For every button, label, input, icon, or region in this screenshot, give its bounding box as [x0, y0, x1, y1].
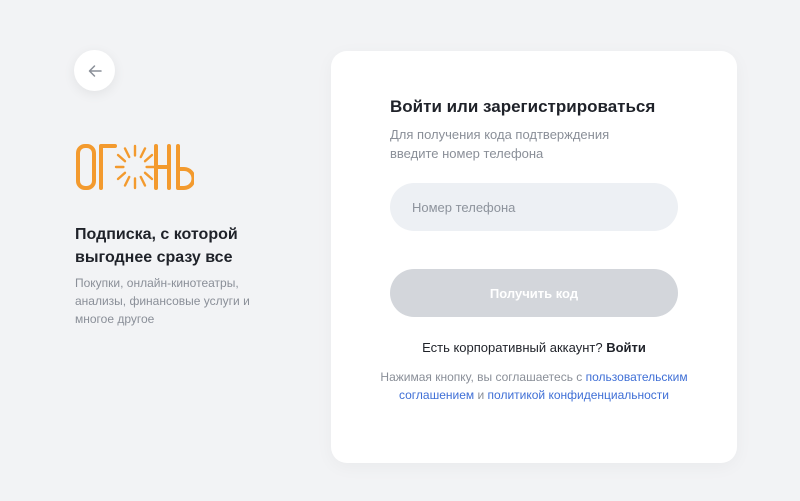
corporate-login-link[interactable]: Войти: [606, 340, 646, 355]
promo-description: Покупки, онлайн-кинотеатры, анализы, фин…: [75, 276, 250, 326]
phone-input[interactable]: [390, 183, 678, 231]
arrow-left-icon: [88, 64, 102, 77]
login-subtitle: Для получения кода подтверждения введите…: [390, 127, 610, 161]
get-code-button[interactable]: Получить код: [390, 269, 678, 317]
login-title: Войти или зарегистрироваться: [390, 97, 656, 116]
corporate-account-line: Есть корпоративный аккаунт? Войти: [331, 340, 737, 355]
privacy-policy-link[interactable]: политикой конфиденциальности: [488, 388, 669, 402]
agreement-and: и: [477, 388, 485, 402]
login-card: Войти или зарегистрироваться Для получен…: [331, 51, 737, 463]
back-button[interactable]: [74, 50, 115, 91]
agreement-text: Нажимая кнопку, вы соглашаетесь с пользо…: [376, 368, 692, 404]
corporate-question: Есть корпоративный аккаунт?: [422, 340, 603, 355]
agreement-prefix: Нажимая кнопку, вы соглашаетесь с: [380, 370, 583, 384]
brand-logo: [76, 144, 194, 190]
login-page: Подписка, с которой выгоднее сразу все П…: [0, 0, 800, 501]
promo-title: Подписка, с которой выгоднее сразу все: [75, 226, 238, 266]
